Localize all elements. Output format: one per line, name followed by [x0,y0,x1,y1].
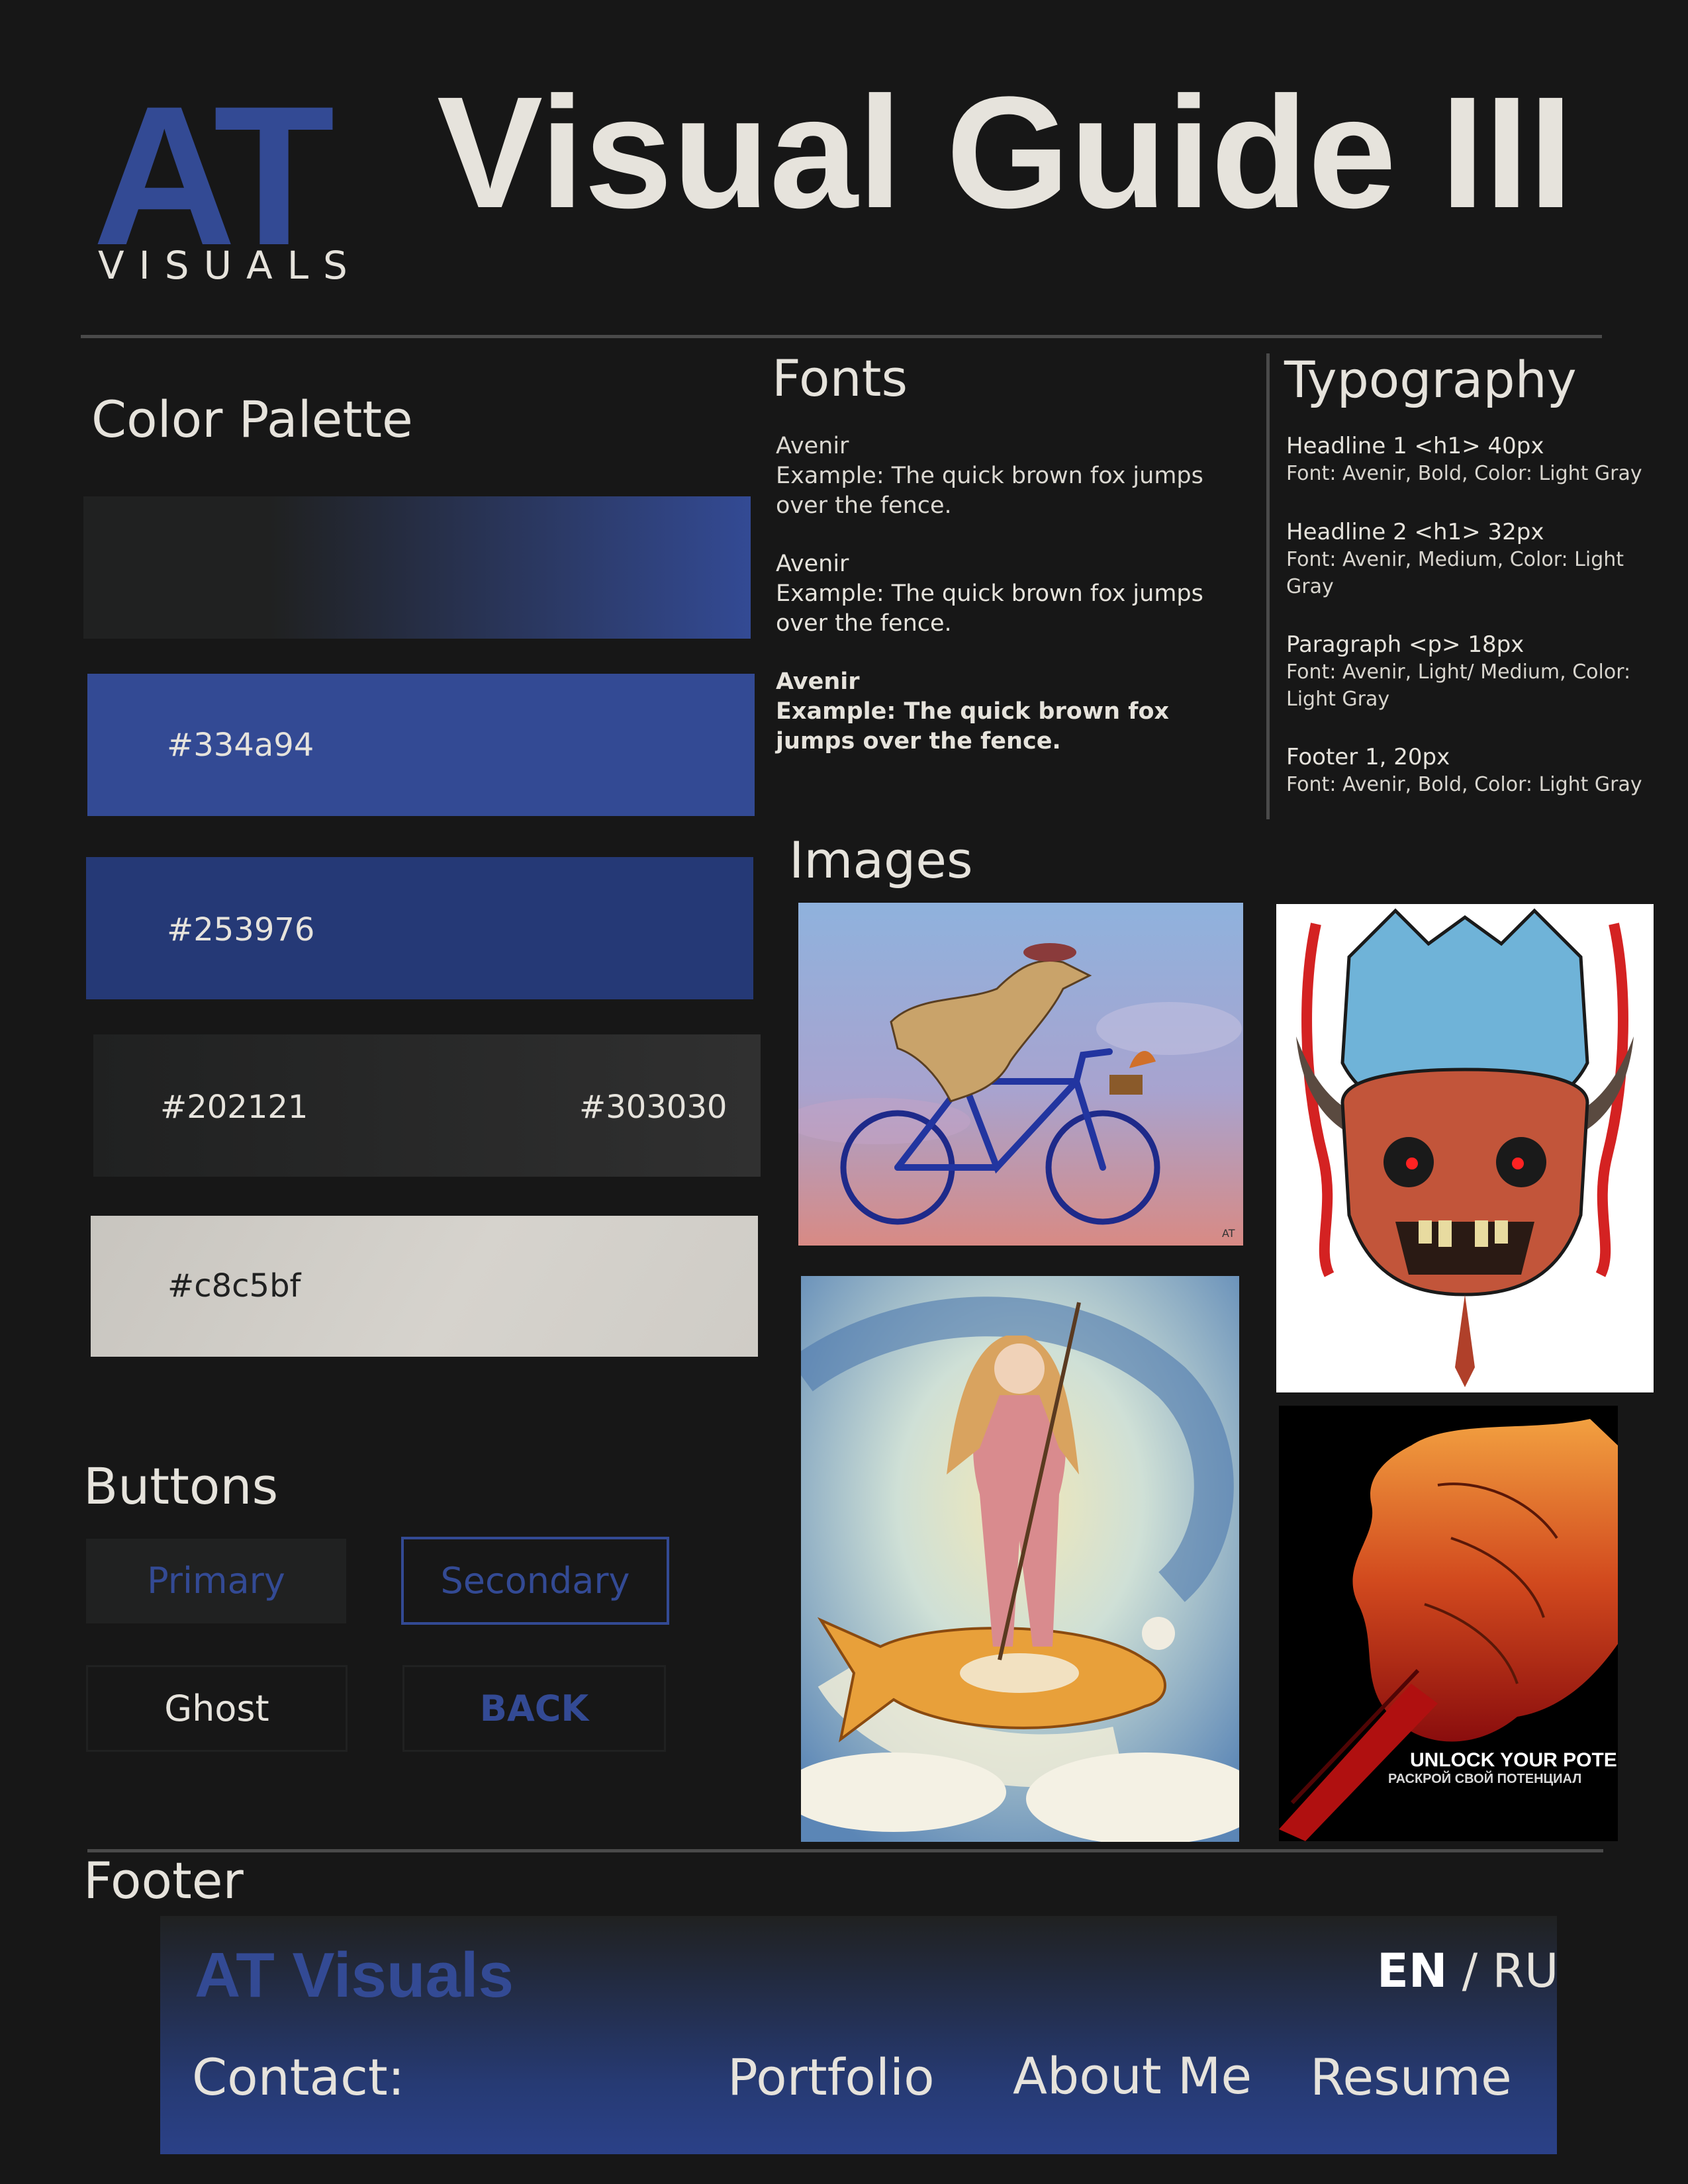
typography-name: Footer 1, 20px [1286,744,1450,770]
typography-divider [1266,353,1270,819]
color-palette-heading: Color Palette [91,390,413,449]
poster-illustration: UNLOCK YOUR POTENTIAL РАСКРОЙ СВОЙ ПОТЕН… [1279,1406,1618,1841]
typography-name: Headline 2 <h1> 32px [1286,519,1544,545]
typography-item-footer: Footer 1, 20px Font: Avenir, Bold, Color… [1286,743,1657,798]
ghost-button[interactable]: Ghost [86,1665,348,1752]
font-name: Avenir [776,433,849,459]
buttons-heading: Buttons [83,1457,279,1516]
typography-name: Paragraph <p> 18px [1286,631,1524,658]
font-sample-bold: Avenir Example: The quick brown fox jump… [776,667,1252,756]
gradient-swatch [83,496,751,639]
swatch-label-right: #303030 [579,1089,727,1126]
back-button[interactable]: BACK [402,1665,666,1752]
font-name: Avenir [776,668,860,695]
swatch-label-left: #202121 [160,1089,308,1126]
swatch-label: #253976 [167,911,315,948]
footer-brand[interactable]: AT Visuals [195,1944,514,2007]
image-demon-skull [1276,904,1654,1392]
swatch-dark-gray: #202121 #303030 [93,1034,761,1177]
footer-link-portfolio[interactable]: Portfolio [727,2052,935,2103]
logo-wordmark: VISUALS [98,243,362,288]
secondary-button[interactable]: Secondary [401,1537,669,1625]
typography-name: Headline 1 <h1> 40px [1286,433,1544,459]
poster-subtitle: РАСКРОЙ СВОЙ ПОТЕНЦИАЛ [1388,1770,1581,1786]
image-potential-poster: UNLOCK YOUR POTENTIAL РАСКРОЙ СВОЙ ПОТЕН… [1279,1406,1618,1841]
typography-spec: Font: Avenir, Light/ Medium, Color: Ligh… [1286,660,1631,711]
footer-link-resume[interactable]: Resume [1310,2052,1512,2103]
typography-spec: Font: Avenir, Bold, Color: Light Gray [1286,462,1642,485]
footer-link-about-me[interactable]: About Me [1013,2051,1252,2101]
footer-contact[interactable]: Contact: [192,2052,404,2103]
girl-koi-illustration [801,1276,1239,1842]
lang-ru[interactable]: RU [1493,1944,1559,1998]
typography-item-h1: Headline 1 <h1> 40px Font: Avenir, Bold,… [1286,432,1657,487]
image-dog-bicycle: AT [798,903,1243,1246]
footer-heading: Footer [83,1851,244,1910]
font-example: Example: The quick brown fox jumps over … [776,698,1170,754]
typography-spec: Font: Avenir, Bold, Color: Light Gray [1286,773,1642,796]
header-divider [81,335,1602,338]
lang-separator: / [1462,1944,1478,1998]
swatch-label: #334a94 [167,727,314,764]
typography-item-paragraph: Paragraph <p> 18px Font: Avenir, Light/ … [1286,631,1657,713]
poster-title: UNLOCK YOUR POTENTIAL [1410,1749,1618,1771]
footer-divider [87,1849,1603,1852]
swatch-light-gray: #c8c5bf [91,1216,758,1357]
fonts-heading: Fonts [772,349,908,408]
demon-skull-illustration [1276,904,1654,1392]
font-sample-medium: Avenir Example: The quick brown fox jump… [776,549,1252,639]
artist-signature: AT [1222,1227,1235,1240]
image-girl-koi [801,1276,1239,1842]
swatch-label: #c8c5bf [167,1267,301,1304]
dog-bicycle-illustration: AT [798,903,1243,1246]
typography-heading: Typography [1284,350,1577,409]
images-heading: Images [789,831,973,889]
font-example: Example: The quick brown fox jumps over … [776,580,1203,637]
swatch-primary-blue: #334a94 [87,674,755,816]
language-switcher: EN / RU [1377,1948,1558,1994]
font-sample-light: Avenir Example: The quick brown fox jump… [776,432,1252,521]
font-example: Example: The quick brown fox jumps over … [776,463,1203,519]
primary-button[interactable]: Primary [86,1539,346,1623]
page-title: Visual Guide III [437,64,1573,241]
swatch-dark-blue: #253976 [86,857,753,999]
footer-bar: AT Visuals EN / RU Contact: Portfolio Ab… [160,1916,1558,2154]
typography-spec: Font: Avenir, Medium, Color: Light Gray [1286,548,1624,598]
font-name: Avenir [776,551,849,577]
typography-item-h2: Headline 2 <h1> 32px Font: Avenir, Mediu… [1286,518,1657,600]
lang-en[interactable]: EN [1377,1944,1447,1998]
